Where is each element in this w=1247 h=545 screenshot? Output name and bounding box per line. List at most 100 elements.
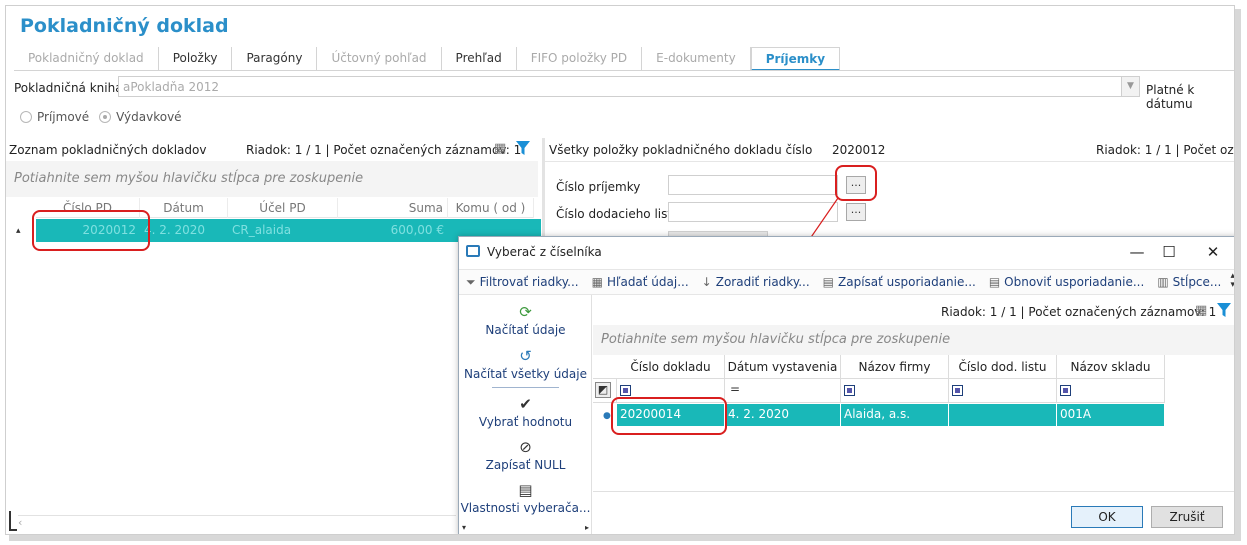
tab-fifo-polozky[interactable]: FIFO položky PD <box>517 47 643 71</box>
filter-operator-icon <box>952 385 963 396</box>
filter-icon[interactable] <box>1217 303 1231 317</box>
column-header-komu[interactable]: Komu ( od ) <box>448 198 534 218</box>
write-null-button[interactable]: ⊘ Zapísať NULL <box>459 438 592 472</box>
corner-mark <box>9 511 17 531</box>
column-header-ucel[interactable]: Účel PD <box>228 198 338 218</box>
group-hint-text: Potiahnite sem myšou hlavičku stĺpca pre… <box>601 332 951 347</box>
header-spacer <box>593 355 617 379</box>
filter-icon[interactable] <box>516 141 530 155</box>
column-header-cislo-dokladu[interactable]: Číslo dokladu <box>617 355 725 379</box>
picker-properties-button[interactable]: ▤ Vlastnosti vyberača... <box>459 481 592 515</box>
tab-polozky[interactable]: Položky <box>159 47 233 71</box>
restore-layout-button[interactable]: ▤ Obnoviť usporiadanie... <box>989 275 1144 289</box>
right-panel-count: Riadok: 1 / 1 | Počet ozna <box>1096 143 1235 157</box>
annotation-highlight <box>32 210 150 251</box>
dialog-footer: OK Zrušiť <box>593 491 1234 534</box>
properties-icon: ▤ <box>518 481 533 499</box>
chevron-right-icon[interactable]: ▸ <box>585 523 589 532</box>
sort-rows-button[interactable]: ↓ Zoradiť riadky... <box>702 275 810 289</box>
tab-e-dokumenty[interactable]: E-dokumenty <box>642 47 751 71</box>
filter-rows-button[interactable]: ⏷ Filtrovať riadky... <box>466 275 579 290</box>
toolbar-label: Stĺpce... <box>1172 275 1222 289</box>
tab-uctovny-pohlad[interactable]: Účtovný pohľad <box>317 47 442 71</box>
tab-paragony[interactable]: Paragóny <box>232 47 318 71</box>
dialog-group-panel[interactable]: Potiahnite sem myšou hlavičku stĺpca pre… <box>593 325 1234 355</box>
filter-cell[interactable] <box>841 379 949 403</box>
null-icon: ⊘ <box>519 438 532 456</box>
close-button[interactable]: ✕ <box>1197 241 1229 263</box>
chevron-down-icon[interactable]: ▼ <box>1121 77 1139 96</box>
toolbar-overflow-icon[interactable]: ▴ ▾ <box>1230 272 1234 290</box>
right-panel-doc-number: 2020012 <box>832 143 886 157</box>
radio-circle-icon <box>99 111 112 123</box>
column-header-datum-vystavenia[interactable]: Dátum vystavenia <box>725 355 841 379</box>
columns-icon: ▥ <box>1157 275 1169 289</box>
dialog-toolbar: ⏷ Filtrovať riadky... ▦ Hľadať údaj... ↓ Zo… <box>459 269 1234 295</box>
column-header-cislo-dod-listu[interactable]: Číslo dod. listu <box>949 355 1057 379</box>
column-header-suma[interactable]: Suma <box>338 198 448 218</box>
side-label: Vybrať hodnotu <box>478 415 573 429</box>
dialog-count: Riadok: 1 / 1 | Počet označených záznamo… <box>941 305 1217 319</box>
left-group-panel[interactable]: Potiahnite sem myšou hlavičku stĺpca pre… <box>6 161 538 197</box>
field-label-dodaci-list: Číslo dodacieho listu <box>556 207 680 221</box>
type-radio-group: Príjmové Výdavkové <box>20 110 182 124</box>
save-layout-button[interactable]: ▤ Zapísať usporiadanie... <box>823 275 976 289</box>
dialog-title: Vyberač z číselníka <box>487 245 602 259</box>
row-indicator-icon: ▴ <box>16 226 21 236</box>
toolbar-label: Filtrovať riadky... <box>479 275 579 289</box>
horizontal-scrollbar[interactable]: ‹ <box>18 515 456 531</box>
column-header-nazov-firmy[interactable]: Názov firmy <box>841 355 949 379</box>
cash-book-combo[interactable]: aPokladňa 2012 ▼ <box>118 76 1140 97</box>
group-hint-text: Potiahnite sem myšou hlavičku stĺpca pre… <box>14 171 364 186</box>
radio-prijmove[interactable]: Príjmové <box>20 110 89 124</box>
filter-cell[interactable]: = <box>725 379 841 403</box>
load-all-data-button[interactable]: ↺ Načítať všetky údaje <box>459 347 592 381</box>
columns-button[interactable]: ▥ Stĺpce... <box>1157 275 1221 289</box>
tab-prijemky[interactable]: Príjemky <box>750 47 841 71</box>
field-label-cislo-prijemky: Číslo príjemky <box>556 180 641 194</box>
grid-settings-icon[interactable]: ▦ <box>494 141 506 156</box>
minimize-button[interactable]: — <box>1121 241 1153 263</box>
toolbar-label: Obnoviť usporiadanie... <box>1004 275 1145 289</box>
side-label: Zapísať NULL <box>485 458 566 472</box>
cancel-button[interactable]: Zrušiť <box>1151 506 1223 528</box>
left-panel-count: Riadok: 1 / 1 | Počet označených záznamo… <box>246 143 522 157</box>
checkmark-icon: ✔ <box>519 395 532 413</box>
ok-button[interactable]: OK <box>1071 506 1143 528</box>
radio-circle-icon <box>20 111 32 123</box>
radio-vydavkove[interactable]: Výdavkové <box>99 110 182 124</box>
chevron-left-icon[interactable]: ‹ <box>18 516 22 529</box>
maximize-button[interactable]: ☐ <box>1153 241 1185 263</box>
valid-date-label: Platné k dátumu <box>1146 83 1195 111</box>
tab-prehlad[interactable]: Prehľad <box>442 47 517 71</box>
column-header-datum[interactable]: Dátum <box>140 198 228 218</box>
select-value-button[interactable]: ✔ Vybrať hodnotu <box>459 395 592 429</box>
search-grid-icon: ▦ <box>591 275 603 289</box>
filter-clear-icon[interactable]: ◩ <box>595 382 611 398</box>
reload-icon: ↺ <box>519 347 532 365</box>
annotation-highlight <box>611 397 727 435</box>
window-title: Pokladničný doklad <box>20 15 229 37</box>
side-label: Načítať všetky údaje <box>463 367 587 381</box>
radio-label: Príjmové <box>37 110 90 124</box>
filter-cell[interactable] <box>1057 379 1165 403</box>
grid-settings-icon[interactable]: ▦ <box>1195 303 1207 318</box>
find-value-button[interactable]: ▦ Hľadať údaj... <box>592 275 689 289</box>
cislo-prijemky-input[interactable] <box>668 175 838 195</box>
chevron-down-icon[interactable]: ▾ <box>462 523 466 532</box>
side-label: Vlastnosti vyberača... <box>460 501 591 515</box>
side-scrollbar[interactable]: ▾ ▸ <box>459 523 592 534</box>
cell-datum-vystavenia: 4. 2. 2020 <box>725 404 841 426</box>
divider <box>545 161 1234 162</box>
browse-button-dodaci-list[interactable]: ... <box>846 203 866 221</box>
cell-cislo-dod-listu <box>949 404 1057 426</box>
dialog-titlebar: Vyberač z číselníka — ☐ ✕ <box>459 237 1234 267</box>
restore-layout-icon: ▤ <box>988 275 1001 289</box>
column-header-nazov-skladu[interactable]: Názov skladu <box>1057 355 1165 379</box>
filter-cell[interactable] <box>949 379 1057 403</box>
tab-pokladnicny-doklad[interactable]: Pokladničný doklad <box>14 47 159 71</box>
load-data-button[interactable]: ⟳ Načítať údaje <box>459 303 592 337</box>
refresh-icon: ⟳ <box>519 303 532 321</box>
row-indicator-icon: ● <box>603 411 611 421</box>
dodaci-list-input[interactable] <box>668 202 838 222</box>
